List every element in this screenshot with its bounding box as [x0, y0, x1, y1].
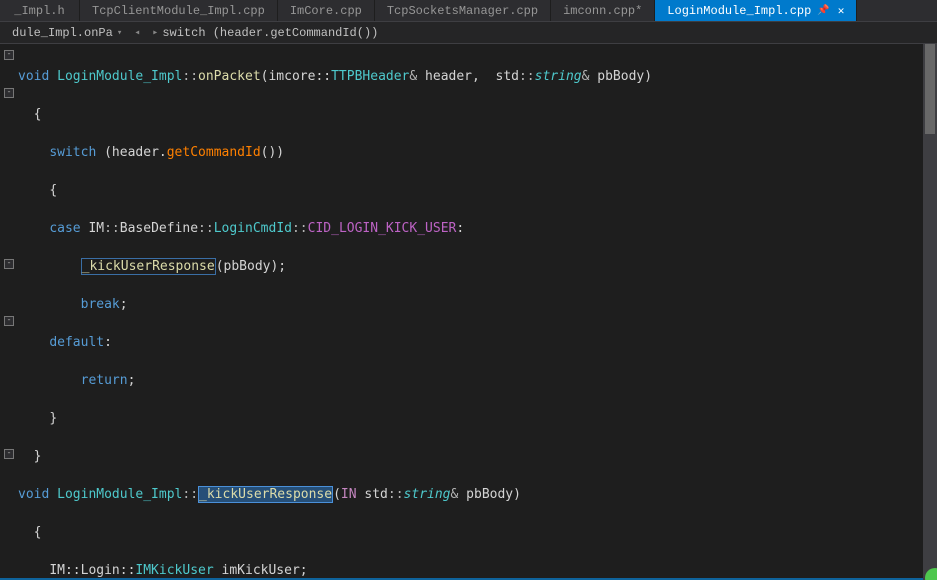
- fold-marker[interactable]: -: [4, 50, 14, 60]
- tab-impl-h[interactable]: _Impl.h: [0, 0, 80, 21]
- scrollbar-thumb[interactable]: [925, 44, 935, 134]
- arrow-left-icon: ◂: [134, 27, 140, 39]
- code-content: void LoginModule_Impl::onPacket(imcore::…: [18, 48, 923, 580]
- arrow-right-icon: ▸: [152, 27, 158, 39]
- pin-icon[interactable]: 📌: [817, 5, 829, 17]
- tab-loginmodule-active[interactable]: LoginModule_Impl.cpp 📌 ✕: [655, 0, 857, 21]
- fold-marker[interactable]: -: [4, 88, 14, 98]
- tab-bar: _Impl.h TcpClientModule_Impl.cpp ImCore.…: [0, 0, 937, 22]
- tab-tcpsocketsmanager[interactable]: TcpSocketsManager.cpp: [375, 0, 551, 21]
- code-editor[interactable]: - - - - - void LoginModule_Impl::onPacke…: [0, 44, 937, 580]
- tab-tcpclientmodule[interactable]: TcpClientModule_Impl.cpp: [80, 0, 278, 21]
- breadcrumb-scope[interactable]: dule_Impl.onPa▾: [4, 22, 130, 43]
- navigation-bar: dule_Impl.onPa▾ ◂ ▸ switch (header.getCo…: [0, 22, 937, 44]
- fold-gutter: - - - - -: [0, 44, 18, 580]
- fold-marker[interactable]: -: [4, 259, 14, 269]
- fold-marker[interactable]: -: [4, 449, 14, 459]
- tab-imcore[interactable]: ImCore.cpp: [278, 0, 375, 21]
- tab-imconn[interactable]: imconn.cpp*: [551, 0, 655, 21]
- vertical-scrollbar[interactable]: [923, 44, 937, 580]
- nav-forward[interactable]: ▸ switch (header.getCommandId()): [148, 22, 382, 43]
- chevron-down-icon: ▾: [117, 28, 122, 38]
- close-icon[interactable]: ✕: [838, 4, 845, 18]
- nav-back[interactable]: ◂: [130, 22, 148, 43]
- fold-marker[interactable]: -: [4, 316, 14, 326]
